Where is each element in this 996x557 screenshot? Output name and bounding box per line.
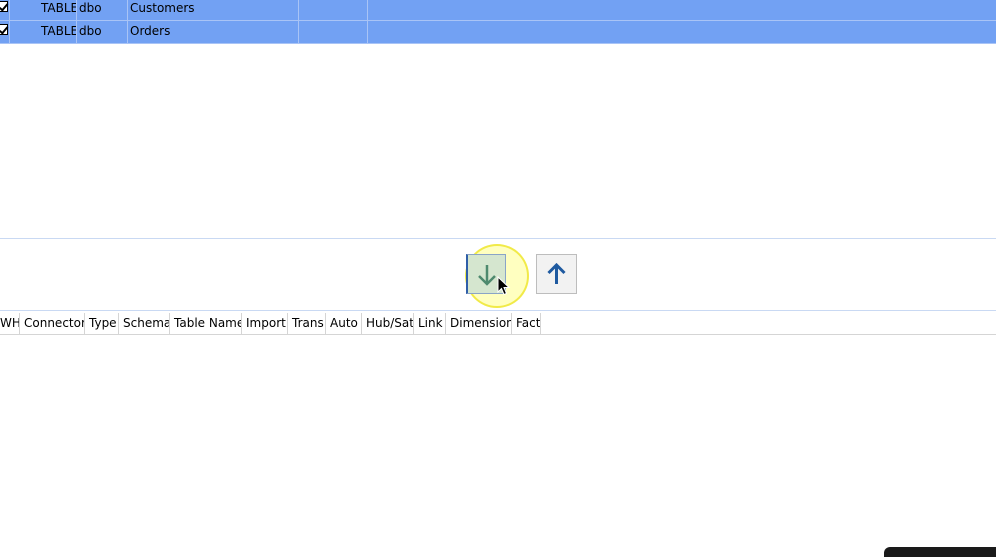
- column-header-link[interactable]: Link: [414, 313, 446, 334]
- column-header-dimension[interactable]: Dimension: [446, 313, 512, 334]
- panel-divider: [0, 310, 996, 311]
- column-header-wh[interactable]: WH: [0, 313, 20, 334]
- object-type-cell: TABLE: [38, 21, 77, 43]
- table-name-cell: Orders: [128, 21, 299, 43]
- column-header-type[interactable]: Type: [85, 313, 119, 334]
- column-header-import[interactable]: Import: [242, 313, 288, 334]
- mouse-cursor-icon: [497, 276, 511, 296]
- overlay-tab: [884, 547, 996, 557]
- row-checkbox-cell[interactable]: [0, 21, 10, 43]
- empty-cell: [299, 21, 368, 43]
- column-header-trans[interactable]: Trans: [288, 313, 326, 334]
- panel-divider: [0, 238, 996, 239]
- arrow-up-icon: [547, 262, 566, 284]
- table-row[interactable]: TABLE dbo Customers: [0, 0, 996, 21]
- column-header-table-name[interactable]: Table Name: [170, 313, 242, 334]
- column-header-auto[interactable]: Auto: [326, 313, 362, 334]
- table-row[interactable]: TABLE dbo Orders: [0, 21, 996, 44]
- row-checkbox[interactable]: [0, 1, 8, 12]
- schema-cell: dbo: [77, 0, 128, 20]
- table-name-cell: Customers: [128, 0, 299, 20]
- row-checkbox[interactable]: [0, 24, 8, 35]
- row-checkbox-cell[interactable]: [0, 0, 10, 20]
- move-up-button[interactable]: [536, 254, 577, 294]
- source-tables-grid[interactable]: TABLE dbo Customers TABLE dbo Orders: [0, 0, 996, 240]
- column-header-hub-sat[interactable]: Hub/Sat: [362, 313, 414, 334]
- column-header-fact[interactable]: Fact: [512, 313, 541, 334]
- empty-cell: [299, 0, 368, 20]
- target-grid-header: WH Connector Type Schema Table Name Impo…: [0, 313, 996, 335]
- schema-cell: dbo: [77, 21, 128, 43]
- object-type-cell: TABLE: [38, 0, 77, 20]
- column-header-connector[interactable]: Connector: [20, 313, 85, 334]
- column-header-schema[interactable]: Schema: [119, 313, 170, 334]
